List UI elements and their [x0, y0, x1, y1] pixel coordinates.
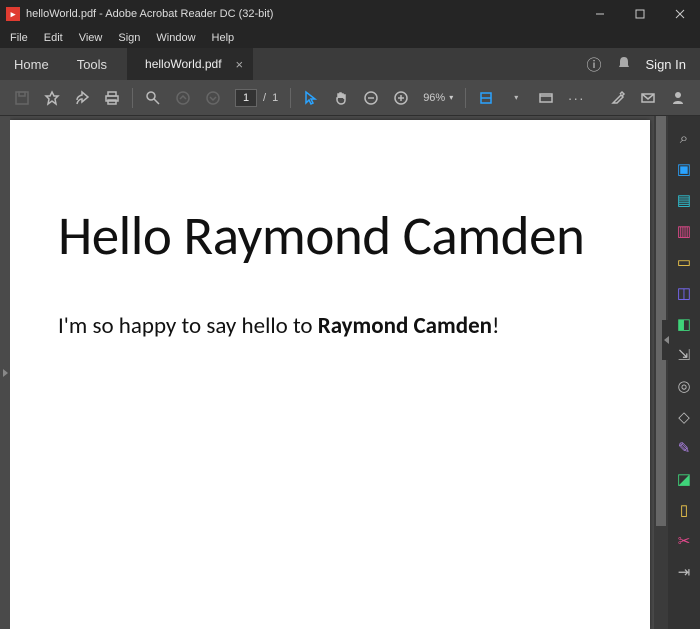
sign-tool-icon[interactable]: ✎ [670, 434, 698, 462]
menu-edit[interactable]: Edit [38, 30, 69, 46]
document-tab-label: helloWorld.pdf [145, 57, 222, 71]
chevron-left-icon [664, 336, 669, 344]
share-button[interactable] [68, 84, 96, 112]
main-area: Hello Raymond Camden I'm so happy to say… [0, 116, 700, 629]
window-controls [580, 0, 700, 28]
app-icon: ▸ [6, 7, 20, 21]
vertical-scrollbar[interactable] [654, 116, 668, 629]
zoom-tool-button[interactable] [139, 84, 167, 112]
right-tools-panel: ⌕ ▣ ▤ ▥ ▭ ◫ ◧ ⇲ ◎ ◇ ✎ ◪ ▯ ✂ ⇥ [668, 116, 700, 629]
save-button[interactable] [8, 84, 36, 112]
print-button[interactable] [98, 84, 126, 112]
chevron-right-icon [3, 369, 8, 377]
create-pdf-icon[interactable]: ▥ [670, 217, 698, 245]
expand-icon[interactable]: ⇥ [670, 558, 698, 586]
zoom-value: 96% [423, 92, 445, 104]
tools-button[interactable]: Tools [63, 48, 121, 80]
chevron-down-icon: ▾ [449, 93, 453, 102]
fit-width-button[interactable] [472, 84, 500, 112]
menu-sign[interactable]: Sign [112, 30, 146, 46]
menu-help[interactable]: Help [206, 30, 241, 46]
maximize-button[interactable] [620, 0, 660, 28]
hand-tool-button[interactable] [327, 84, 355, 112]
document-heading: Hello Raymond Camden [58, 200, 602, 272]
people-button[interactable] [664, 84, 692, 112]
highlight-button[interactable] [604, 84, 632, 112]
more-button[interactable]: ··· [562, 84, 590, 112]
tab-close-icon[interactable]: × [236, 57, 244, 72]
more-tools-icon[interactable]: ✂ [670, 527, 698, 555]
combine-icon[interactable]: ◫ [670, 279, 698, 307]
page-nav: / 1 [235, 89, 278, 107]
home-button[interactable]: Home [0, 48, 63, 80]
read-mode-button[interactable] [532, 84, 560, 112]
convert-icon[interactable]: ◪ [670, 465, 698, 493]
page-sep: / [263, 92, 266, 104]
window-title: helloWorld.pdf - Adobe Acrobat Reader DC… [26, 8, 273, 20]
compress-icon[interactable]: ⇲ [670, 341, 698, 369]
search-tool-icon[interactable]: ⌕ [670, 124, 698, 152]
menu-window[interactable]: Window [150, 30, 201, 46]
left-panel-toggle[interactable] [0, 116, 10, 629]
minimize-button[interactable] [580, 0, 620, 28]
zoom-out-button[interactable] [357, 84, 385, 112]
star-button[interactable] [38, 84, 66, 112]
redact-icon[interactable]: ◎ [670, 372, 698, 400]
export-pdf-icon[interactable]: ▣ [670, 155, 698, 183]
organize-icon[interactable]: ◧ [670, 310, 698, 338]
zoom-in-button[interactable] [387, 84, 415, 112]
page-up-button[interactable] [169, 84, 197, 112]
toolbar: / 1 96% ▾ ▾ ··· [0, 80, 700, 116]
page-total: 1 [272, 92, 278, 104]
notifications-icon[interactable] [616, 55, 632, 74]
signin-button[interactable]: Sign In [646, 57, 686, 72]
close-icon [675, 9, 685, 19]
right-panel-toggle[interactable] [662, 320, 670, 360]
export-icon[interactable]: ▯ [670, 496, 698, 524]
page-down-button[interactable] [199, 84, 227, 112]
email-button[interactable] [634, 84, 662, 112]
tab-row: Home Tools helloWorld.pdf × ⓘ Sign In [0, 48, 700, 80]
page-input[interactable] [235, 89, 257, 107]
pdf-page: Hello Raymond Camden I'm so happy to say… [10, 120, 650, 629]
close-button[interactable] [660, 0, 700, 28]
comment-icon[interactable]: ▭ [670, 248, 698, 276]
page-viewport[interactable]: Hello Raymond Camden I'm so happy to say… [10, 116, 654, 629]
edit-pdf-icon[interactable]: ▤ [670, 186, 698, 214]
menu-view[interactable]: View [73, 30, 109, 46]
document-body: I'm so happy to say hello to Raymond Cam… [58, 310, 602, 342]
selection-tool-button[interactable] [297, 84, 325, 112]
menu-bar: File Edit View Sign Window Help [0, 28, 700, 48]
menu-file[interactable]: File [4, 30, 34, 46]
zoom-level[interactable]: 96% ▾ [417, 92, 459, 104]
protect-icon[interactable]: ◇ [670, 403, 698, 431]
document-tab[interactable]: helloWorld.pdf × [127, 48, 253, 80]
title-bar: ▸ helloWorld.pdf - Adobe Acrobat Reader … [0, 0, 700, 28]
fit-page-dropdown[interactable]: ▾ [502, 84, 530, 112]
maximize-icon [635, 9, 645, 19]
minimize-icon [595, 9, 605, 19]
help-icon[interactable]: ⓘ [587, 54, 602, 75]
